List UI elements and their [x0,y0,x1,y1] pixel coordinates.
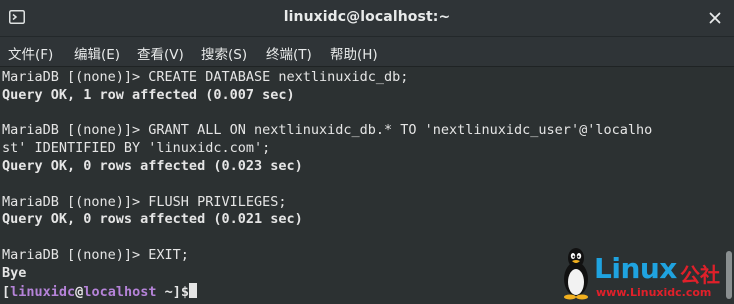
terminal-line: MariaDB [(none)]> GRANT ALL ON nextlinux… [2,122,653,139]
watermark-url: www.Linuxidc.com [596,286,712,299]
menu-file[interactable]: 文件(F) [8,43,53,63]
prompt-open-bracket: [ [2,283,11,300]
terminal-line: Query OK, 0 rows affected (0.023 sec) [2,157,303,174]
prompt-user: linuxidc [10,283,76,300]
linux-logo-text: Linux [594,252,677,285]
text-cursor [189,282,197,298]
terminal-window: linuxidc@localhost:~ 文件(F) 编辑(E) 查看(V) 搜… [0,0,734,304]
menu-view[interactable]: 查看(V) [137,43,184,63]
linux-logo-watermark: Linux 公社 www.Linuxidc.com [556,246,730,302]
close-icon[interactable] [706,9,724,27]
terminal-line: MariaDB [(none)]> CREATE DATABASE nextli… [2,69,409,85]
menu-terminal[interactable]: 终端(T) [266,43,312,63]
menu-help[interactable]: 帮助(H) [330,43,378,63]
title-bar[interactable]: linuxidc@localhost:~ [0,0,734,37]
terminal-line: MariaDB [(none)]> FLUSH PRIVILEGES; [2,193,287,210]
menu-edit[interactable]: 编辑(E) [74,43,120,63]
prompt-close: ]$ [172,283,189,300]
menu-bar: 文件(F) 编辑(E) 查看(V) 搜索(S) 终端(T) 帮助(H) [0,37,734,67]
window-title: linuxidc@localhost:~ [283,9,451,25]
tux-penguin-icon [564,248,588,300]
terminal-line: st' IDENTIFIED BY 'linuxidc.com'; [2,140,271,157]
menu-search[interactable]: 搜索(S) [201,43,247,63]
terminal-line: Query OK, 0 rows affected (0.021 sec) [2,211,303,228]
linux-logo-cn: 公社 [680,263,720,287]
terminal-line: Query OK, 1 row affected (0.007 sec) [2,86,295,103]
prompt-dir: ~ [156,283,173,300]
prompt-host: localhost [83,283,157,300]
